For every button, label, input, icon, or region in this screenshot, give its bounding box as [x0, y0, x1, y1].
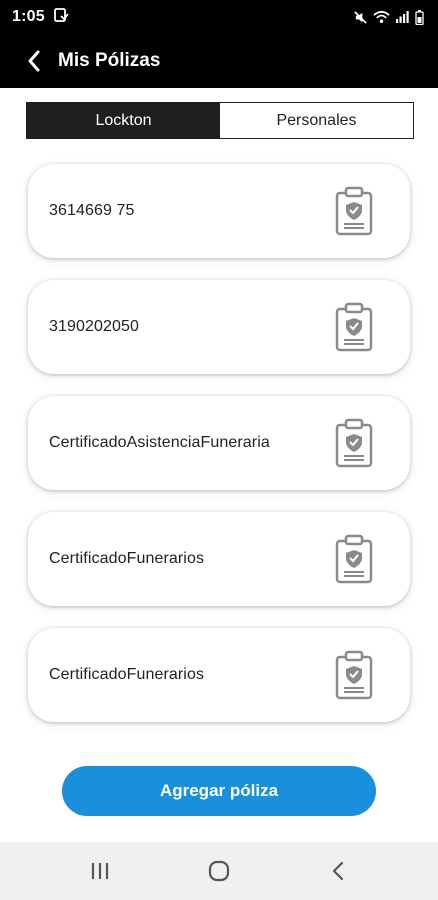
home-icon — [208, 860, 230, 882]
wifi-icon — [373, 10, 390, 24]
clipboard-shield-icon — [334, 533, 374, 585]
notification-icon — [53, 7, 69, 28]
policy-tabs: Lockton Personales — [26, 102, 414, 139]
clipboard-shield-icon — [334, 649, 374, 701]
app-bar: Mis Pólizas — [0, 34, 438, 88]
policy-card[interactable]: 3190202050 — [28, 280, 410, 374]
mute-icon — [353, 10, 368, 25]
policy-title: CertificadoFunerarios — [49, 666, 205, 683]
home-button[interactable] — [189, 842, 249, 900]
tab-lockton[interactable]: Lockton — [27, 103, 220, 138]
page-title: Mis Pólizas — [58, 50, 161, 71]
back-icon — [333, 861, 344, 881]
policy-card[interactable]: 3614669 75 — [28, 164, 410, 258]
status-time: 1:05 — [12, 8, 45, 25]
policy-title: CertificadoAsistenciaFuneraria — [49, 434, 270, 451]
status-bar: 1:05 — [0, 0, 438, 34]
clipboard-shield-icon — [334, 301, 374, 353]
add-policy-button[interactable]: Agregar póliza — [62, 766, 376, 816]
navigation-bar — [0, 842, 438, 900]
battery-icon — [415, 9, 424, 25]
recent-apps-button[interactable] — [70, 842, 130, 900]
status-right — [353, 9, 424, 25]
policy-list: 3614669 75 3190202050 CertificadoAsisten… — [28, 164, 410, 744]
policy-title: CertificadoFunerarios — [49, 550, 205, 567]
back-button[interactable] — [10, 34, 58, 88]
policy-title: 3614669 75 — [49, 202, 135, 219]
tab-personales[interactable]: Personales — [220, 103, 413, 138]
screen: 1:05 Mis Pólizas Lockton Personales 3614… — [0, 0, 438, 900]
status-left: 1:05 — [12, 7, 69, 28]
policy-card[interactable]: CertificadoAsistenciaFuneraria — [28, 396, 410, 490]
policy-title: 3190202050 — [49, 318, 139, 335]
policy-card[interactable]: CertificadoFunerarios — [28, 512, 410, 606]
signal-icon — [395, 10, 410, 24]
clipboard-shield-icon — [334, 185, 374, 237]
clipboard-shield-icon — [334, 417, 374, 469]
nav-back-button[interactable] — [308, 842, 368, 900]
chevron-left-icon — [28, 50, 40, 72]
recent-apps-icon — [91, 863, 108, 879]
policy-card[interactable]: CertificadoFunerarios — [28, 628, 410, 722]
